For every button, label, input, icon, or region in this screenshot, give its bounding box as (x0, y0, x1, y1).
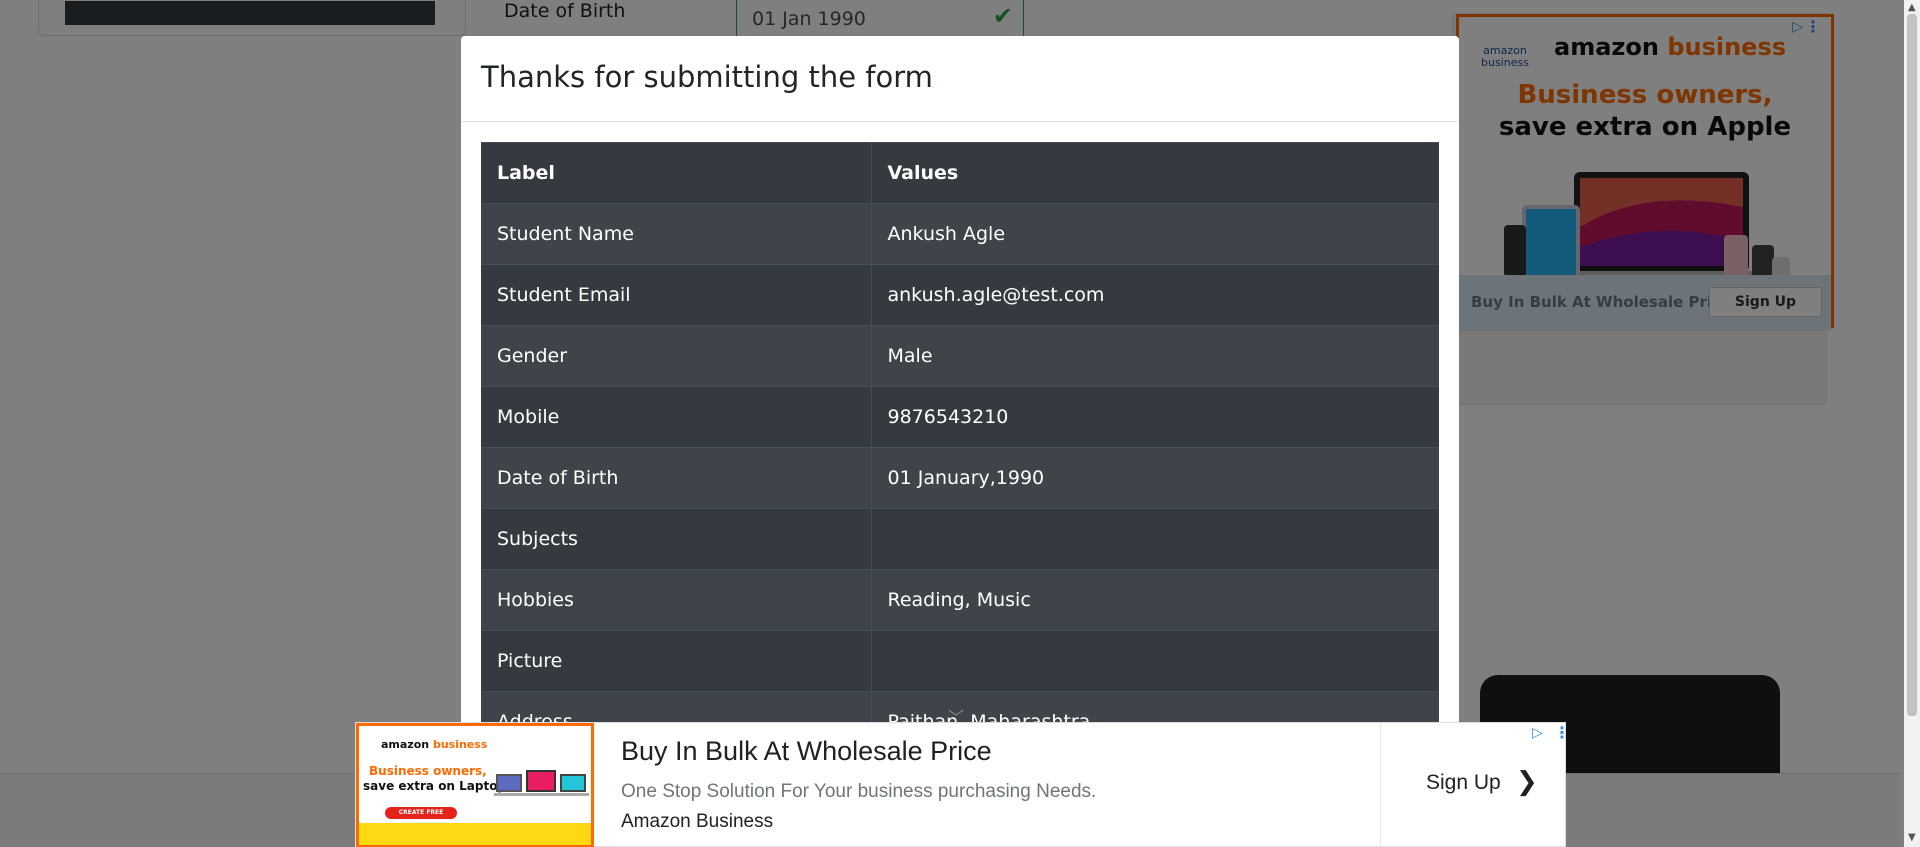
scroll-up-arrow-icon[interactable]: ▲ (1908, 2, 1916, 13)
row-value: ankush.agle@test.com (871, 264, 1439, 326)
row-label: Student Name (481, 203, 872, 265)
laptops-image (494, 770, 589, 796)
column-header-label: Label (481, 142, 872, 204)
row-label: Picture (481, 630, 872, 692)
table-row: Hobbies Reading, Music (481, 569, 1439, 631)
row-value: 01 January,1990 (871, 447, 1439, 509)
scroll-down-arrow-icon[interactable]: ▼ (1908, 832, 1916, 843)
row-label: Student Email (481, 264, 872, 326)
thumb-subheadline: save extra on Laptops (363, 779, 514, 793)
bottom-ad-title[interactable]: Buy In Bulk At Wholesale Price (621, 736, 992, 767)
row-value (871, 630, 1439, 692)
row-value: 9876543210 (871, 386, 1439, 448)
row-value (871, 508, 1439, 570)
row-label: Subjects (481, 508, 872, 570)
row-value: Reading, Music (871, 569, 1439, 631)
results-table: Label Values Student Name Ankush Agle Stu… (481, 142, 1439, 753)
scrollbar-thumb[interactable] (1907, 14, 1917, 716)
table-header-row: Label Values (481, 142, 1439, 204)
bottom-ad-signup-button[interactable]: Sign Up (1426, 771, 1501, 795)
bottom-ad-thumbnail[interactable]: amazon business Business owners, save ex… (356, 723, 594, 847)
modal-body: Label Values Student Name Ankush Agle Stu… (461, 122, 1459, 773)
modal-header: Thanks for submitting the form (461, 36, 1459, 122)
table-row: Student Name Ankush Agle (481, 203, 1439, 265)
thumb-create-account-button[interactable]: CREATE FREE ACCOUNT (385, 807, 457, 828)
adchoices-icon[interactable]: ▷ (1532, 725, 1543, 741)
row-value: Male (871, 325, 1439, 387)
column-header-values: Values (871, 142, 1439, 204)
bottom-ad-description: One Stop Solution For Your business purc… (621, 781, 1097, 802)
vertical-scrollbar[interactable]: ▲ ▼ (1904, 0, 1920, 847)
table-row: Mobile 9876543210 (481, 386, 1439, 448)
amazon-business-logo: amazon business (381, 738, 488, 751)
thumb-headline: Business owners, (369, 764, 487, 778)
modal-title: Thanks for submitting the form (481, 60, 933, 94)
ad-menu-icon[interactable]: ⋮ (1554, 723, 1570, 742)
bottom-ad-divider (1380, 723, 1381, 847)
table-row: Date of Birth 01 January,1990 (481, 447, 1439, 509)
thumb-offers-strip (359, 823, 591, 845)
row-label: Hobbies (481, 569, 872, 631)
bottom-ad-brand: Amazon Business (621, 811, 774, 832)
bottom-anchor-ad[interactable]: amazon business Business owners, save ex… (355, 722, 1570, 847)
table-row: Picture (481, 630, 1439, 692)
table-row: Student Email ankush.agle@test.com (481, 264, 1439, 326)
table-row: Gender Male (481, 325, 1439, 387)
row-label: Gender (481, 325, 872, 387)
chevron-right-icon[interactable]: ❯ (1516, 767, 1538, 797)
table-row: Subjects (481, 508, 1439, 570)
row-value: Ankush Agle (871, 203, 1439, 265)
row-label: Date of Birth (481, 447, 872, 509)
row-label: Mobile (481, 386, 872, 448)
